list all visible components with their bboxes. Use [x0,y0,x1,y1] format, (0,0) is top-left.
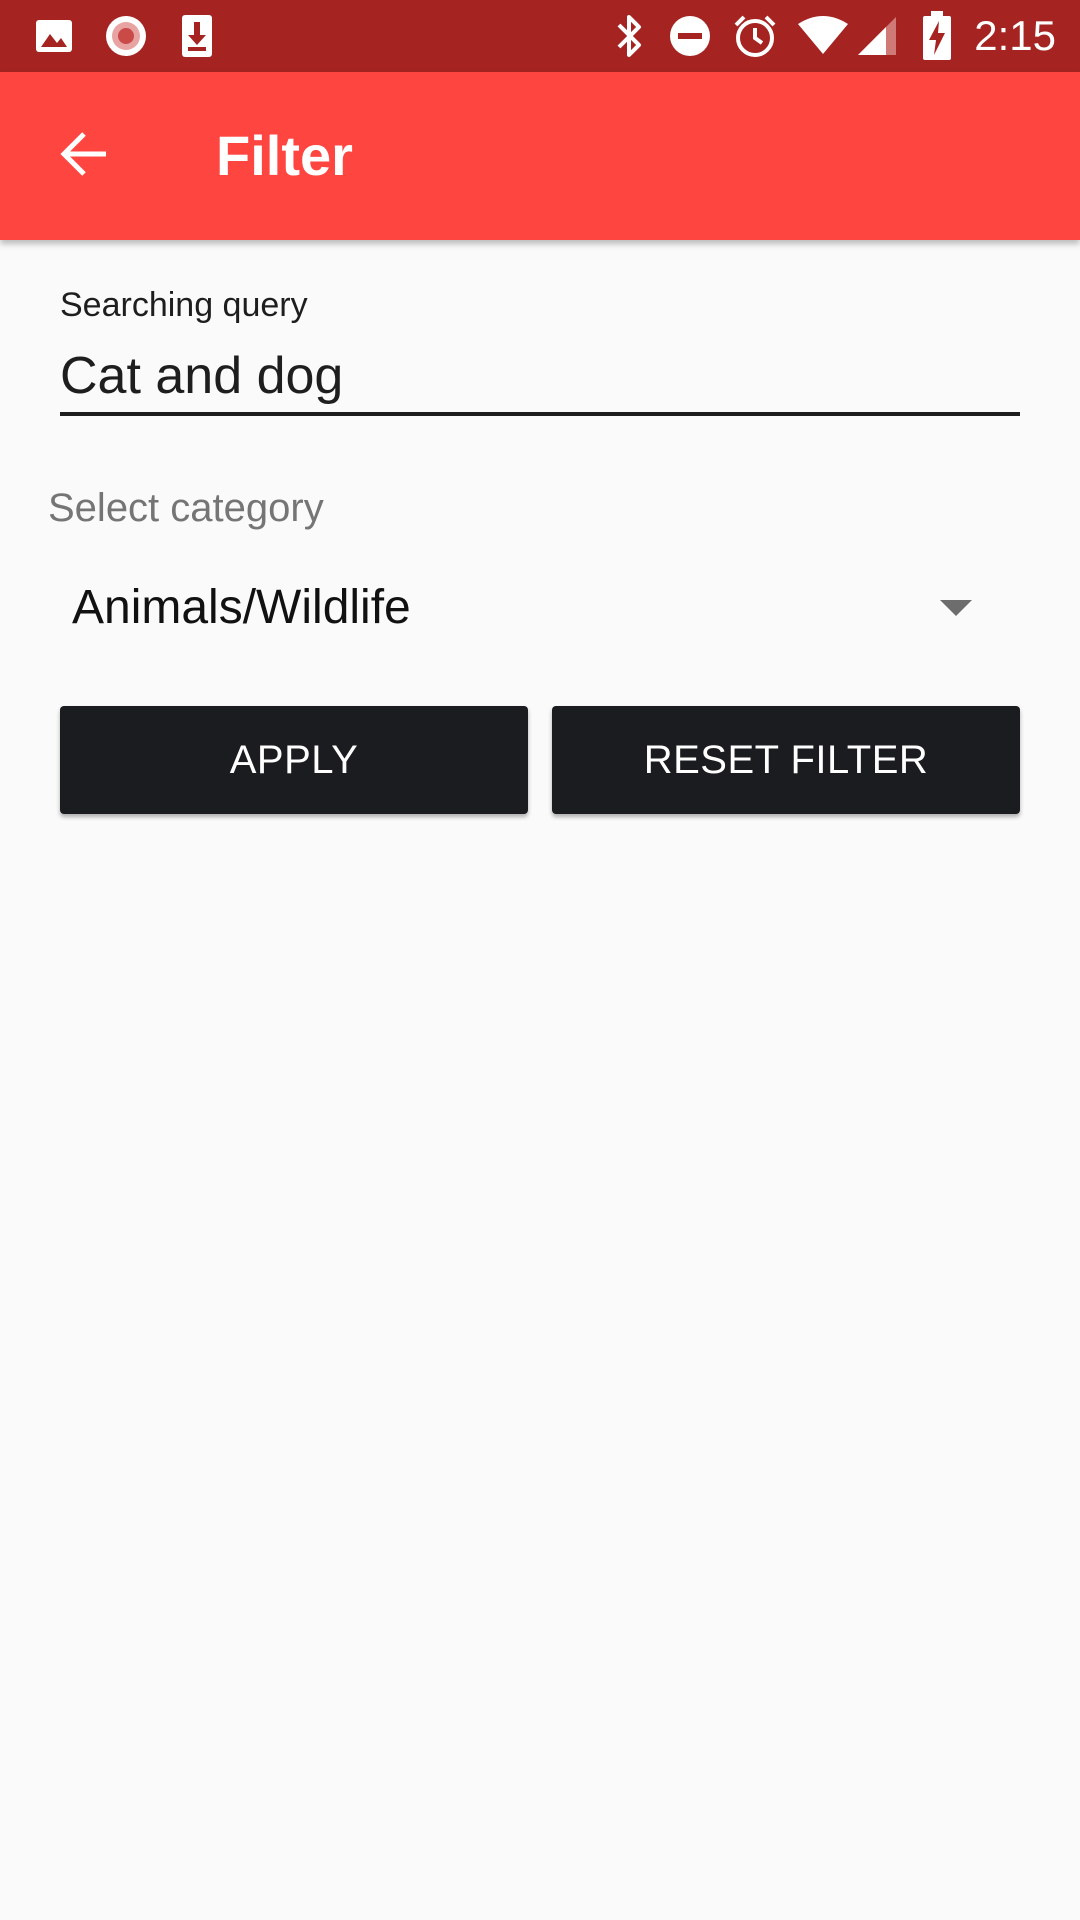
image-icon [34,12,74,60]
dropdown-arrow-icon [940,600,972,616]
category-selected-value: Animals/Wildlife [72,581,411,634]
wifi-icon [796,12,850,60]
category-dropdown[interactable]: Animals/Wildlife [48,560,1000,656]
category-label: Select category [48,486,324,530]
record-icon [104,12,148,60]
do-not-disturb-icon [668,12,712,60]
cell-signal-icon [856,12,898,60]
reset-filter-button[interactable]: RESET FILTER [552,706,1020,814]
arrow-back-icon [58,128,110,185]
back-button[interactable] [40,112,128,200]
status-time: 2:15 [974,12,1056,59]
download-icon [180,12,214,60]
battery-charging-icon [922,11,952,60]
status-bar: 2:15 [0,0,1080,72]
search-query-input[interactable] [60,340,1020,416]
query-label: Searching query [60,286,308,324]
alarm-icon [732,12,778,60]
filter-form: Searching query Select category Animals/… [0,240,1080,1920]
page-title: Filter [216,124,353,187]
app-bar: Filter [0,72,1080,240]
bluetooth-icon [612,12,648,60]
apply-button[interactable]: APPLY [60,706,528,814]
